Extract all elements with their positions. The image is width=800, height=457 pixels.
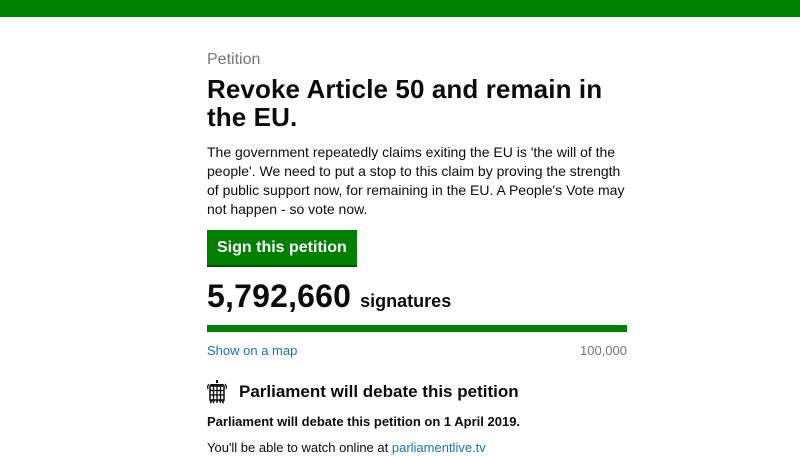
petition-content: Petition Revoke Article 50 and remain in… — [207, 50, 632, 457]
signature-label: signatures — [360, 291, 452, 311]
signature-progress-fill — [207, 325, 627, 332]
progress-meta-row: Show on a map 100,000 — [207, 342, 627, 360]
watch-online-prefix: You'll be able to watch online at — [207, 440, 392, 455]
petition-title: Revoke Article 50 and remain in the EU. — [207, 74, 603, 132]
petition-caption: Petition — [207, 51, 261, 68]
show-on-map-link[interactable]: Show on a map — [207, 342, 297, 360]
signature-progress-bar — [207, 325, 627, 332]
parliamentlive-link[interactable]: parliamentlive.tv — [392, 440, 486, 455]
watch-online-text: You'll be able to watch online at parlia… — [207, 439, 632, 457]
debate-section-heading: Parliament will debate this petition — [207, 379, 632, 405]
debate-date-text: Parliament will debate this petition on … — [207, 414, 521, 429]
portcullis-icon — [207, 380, 227, 405]
debate-threshold: 100,000 — [580, 343, 627, 358]
petition-description: The government repeatedly claims exiting… — [207, 144, 625, 217]
debate-heading: Parliament will debate this petition — [239, 382, 519, 401]
top-bar — [0, 0, 800, 17]
signature-count-row: 5,792,660 signatures — [207, 278, 632, 314]
sign-petition-button[interactable]: Sign this petition — [207, 230, 357, 267]
signature-count: 5,792,660 — [207, 278, 352, 314]
